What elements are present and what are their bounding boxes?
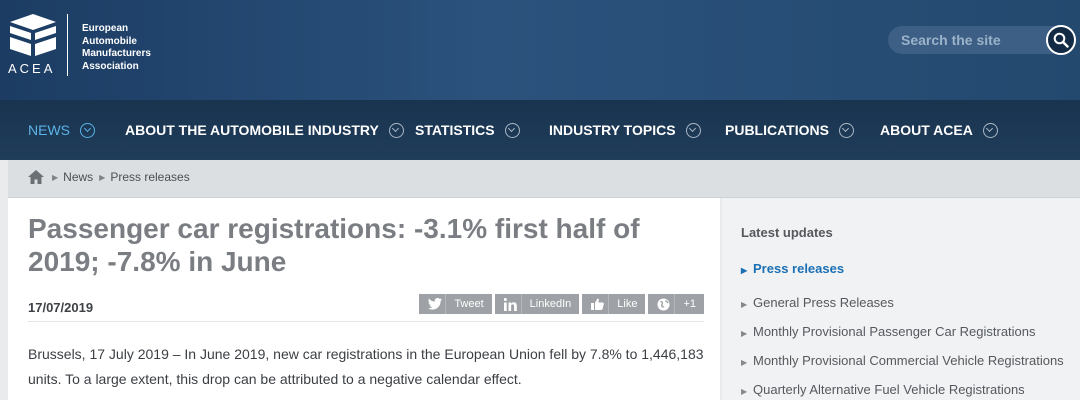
breadcrumb: ▶ News ▶ Press releases [28,170,196,184]
article-lead: Brussels, 17 July 2019 – In June 2019, n… [28,346,704,387]
chevron-down-icon [504,122,520,138]
sidebar-list: ▶ Press releases ▶ General Press Release… [741,262,1071,400]
arrow-right-icon: ▶ [741,329,748,338]
sidebar-item-commercial-vehicle-registrations[interactable]: ▶ Monthly Provisional Commercial Vehicle… [741,354,1071,370]
sidebar-item-label: Press releases [753,261,845,276]
share-buttons: Tweet LinkedIn Like +1 [419,294,704,314]
nav-item-statistics[interactable]: STATISTICS [415,100,520,160]
nav-item-industry-topics[interactable]: INDUSTRY TOPICS [549,100,701,160]
sidebar-item-label: Quarterly Alternative Fuel Vehicle Regis… [753,382,1025,397]
chevron-down-icon [685,122,701,138]
arrow-right-icon: ▶ [741,300,748,309]
breadcrumb-separator-icon: ▶ [99,172,106,182]
chevron-down-icon [388,122,404,138]
like-label: Like [617,298,638,310]
sidebar-item-press-releases[interactable]: ▶ Press releases [741,262,1071,278]
breadcrumb-link-news[interactable]: News [63,170,93,184]
search-input[interactable] [888,26,1058,54]
tweet-button[interactable]: Tweet [419,294,492,314]
article-date: 17/07/2019 [28,300,94,315]
nav-label: PUBLICATIONS [725,122,829,138]
article-meta: 17/07/2019 Tweet LinkedIn Like +1 [28,294,704,322]
logo-divider [67,14,68,76]
breadcrumb-link-press-releases[interactable]: Press releases [110,170,189,184]
nav-item-about-acea[interactable]: ABOUT ACEA [880,100,998,160]
sidebar: Latest updates ▶ Press releases ▶ Genera… [722,198,1080,400]
arrow-right-icon: ▶ [741,358,748,367]
nav-item-publications[interactable]: PUBLICATIONS [725,100,854,160]
arrow-right-icon: ▶ [741,387,748,396]
chevron-down-icon [982,122,998,138]
linkedin-label: LinkedIn [529,298,572,310]
sidebar-item-general-press-releases[interactable]: ▶ General Press Releases [741,296,1071,312]
plus-one-label: +1 [683,298,696,310]
nav-item-news[interactable]: NEWS [28,100,95,160]
search-button[interactable] [1046,25,1076,55]
linkedin-button[interactable]: LinkedIn [494,294,580,314]
logo-name: European Automobile Manufacturers Associ… [82,23,151,72]
nav-label: STATISTICS [415,122,495,138]
chevron-down-icon [80,122,95,138]
thumbs-up-icon [587,294,610,314]
chevron-down-icon [838,122,854,138]
arrow-right-icon: ▶ [741,266,748,275]
twitter-icon [424,294,447,314]
home-icon[interactable] [28,170,44,184]
breadcrumb-separator-icon: ▶ [52,172,59,182]
sidebar-item-passenger-car-registrations[interactable]: ▶ Monthly Provisional Passenger Car Regi… [741,325,1071,341]
sidebar-item-label: Monthly Provisional Passenger Car Regist… [753,324,1036,339]
nav-item-about-industry[interactable]: ABOUT THE AUTOMOBILE INDUSTRY [125,100,404,160]
like-button[interactable]: Like [582,294,646,314]
main-nav: NEWS ABOUT THE AUTOMOBILE INDUSTRY STATI… [0,100,1080,160]
logo-cube-icon [10,14,56,56]
breadcrumb-bar: ▶ News ▶ Press releases [8,160,1080,198]
plus-one-button[interactable]: +1 [648,294,704,314]
nav-label: INDUSTRY TOPICS [549,122,676,138]
site-search [888,25,1076,55]
nav-label: ABOUT ACEA [880,122,973,138]
article: Passenger car registrations: -3.1% first… [8,198,720,400]
sidebar-item-alternative-fuel-registrations[interactable]: ▶ Quarterly Alternative Fuel Vehicle Reg… [741,383,1071,399]
sidebar-item-label: General Press Releases [753,295,894,310]
linkedin-icon [500,294,522,314]
nav-label: NEWS [28,122,70,138]
acea-logo[interactable]: ACEA European Automobile Manufacturers A… [8,12,168,82]
globe-icon [653,294,676,314]
tweet-label: Tweet [454,298,484,310]
page-title: Passenger car registrations: -3.1% first… [28,213,640,277]
nav-label: ABOUT THE AUTOMOBILE INDUSTRY [125,122,379,138]
search-icon [1053,32,1069,48]
sidebar-item-label: Monthly Provisional Commercial Vehicle R… [753,353,1064,368]
sidebar-heading: Latest updates [741,225,833,240]
logo-acronym: ACEA [8,61,56,76]
site-header: ACEA European Automobile Manufacturers A… [0,0,1080,100]
